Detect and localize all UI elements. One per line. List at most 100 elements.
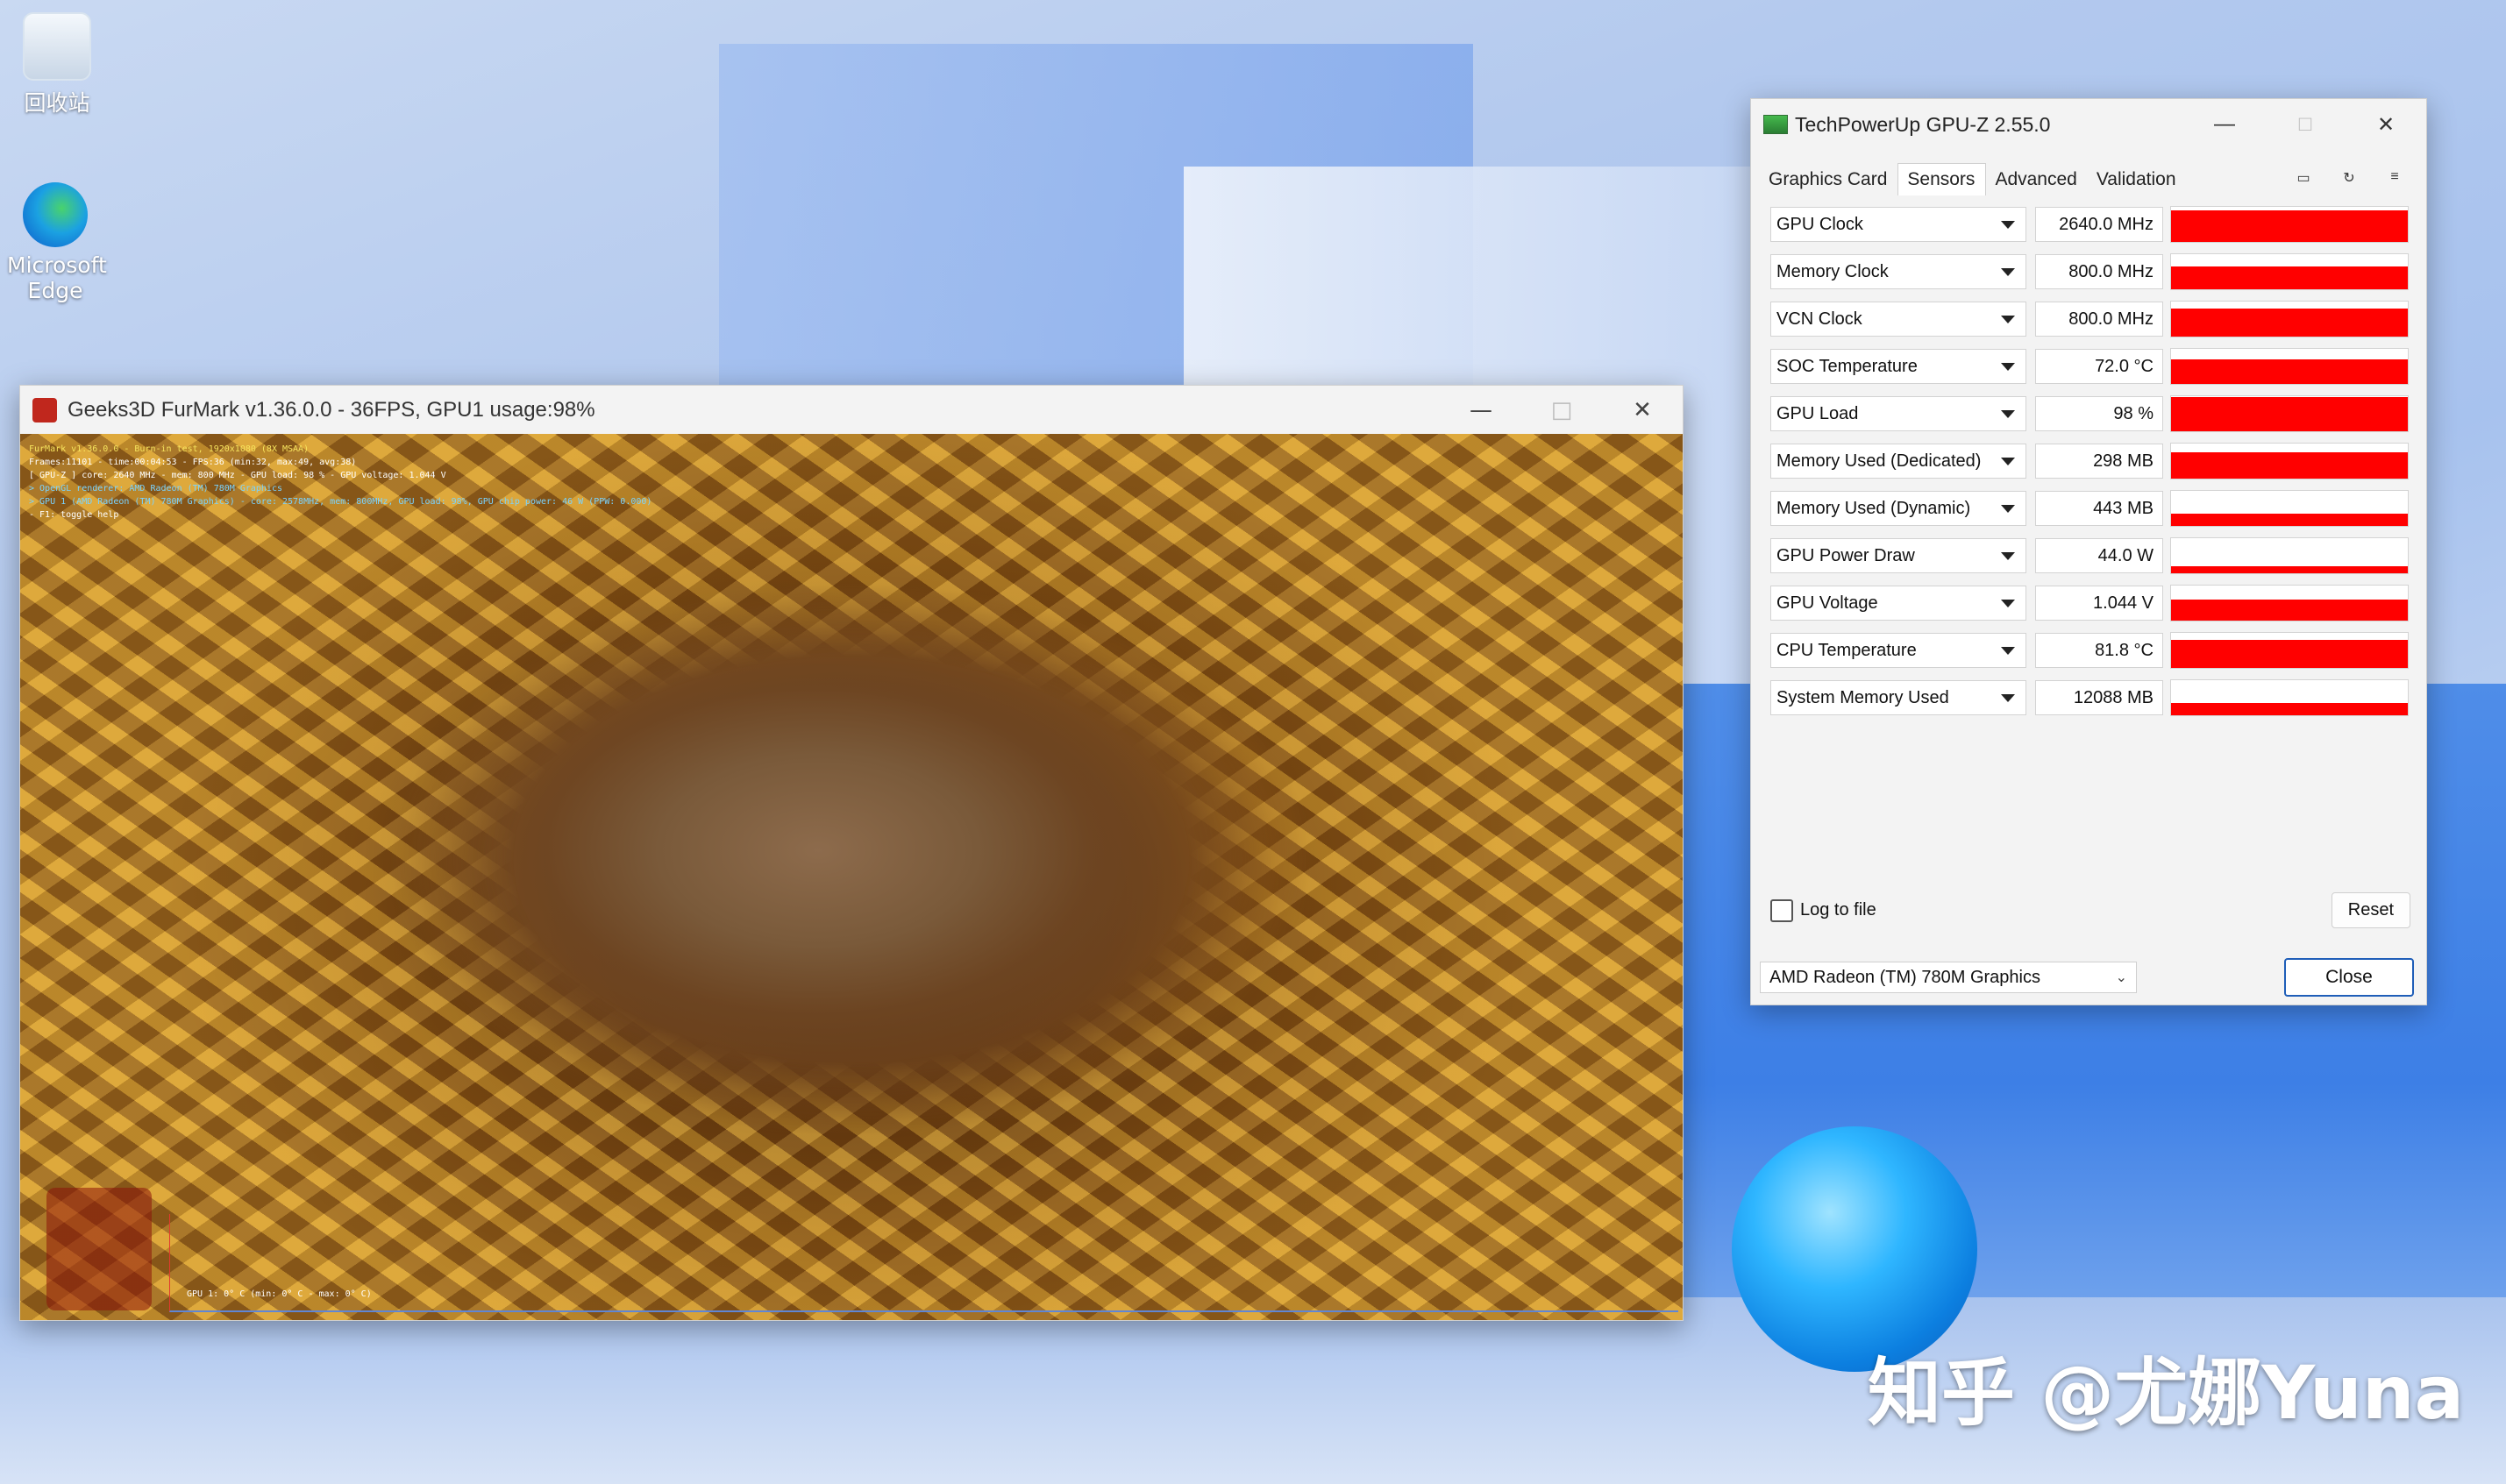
sensor-graph-fill xyxy=(2171,309,2408,337)
sensor-name: CPU Temperature xyxy=(1776,640,1917,660)
sensor-value: 2640.0 MHz xyxy=(2035,207,2163,242)
sensor-graph xyxy=(2170,490,2409,527)
sensor-name-dropdown[interactable]: System Memory Used xyxy=(1770,680,2026,715)
sensor-graph-fill xyxy=(2171,266,2408,289)
edge-icon xyxy=(23,182,88,247)
log-to-file-checkbox[interactable] xyxy=(1770,898,1793,922)
sensor-value: 81.8 °C xyxy=(2035,633,2163,668)
desktop-icon-label: 回收站 xyxy=(24,90,90,116)
sensor-name-dropdown[interactable]: GPU Voltage xyxy=(1770,586,2026,621)
sensor-value: 1.044 V xyxy=(2035,586,2163,621)
refresh-icon[interactable]: ↻ xyxy=(2326,169,2372,187)
caret-down-icon xyxy=(2001,646,2015,655)
gpuz-window[interactable]: TechPowerUp GPU-Z 2.55.0 — □ ✕ Graphics … xyxy=(1750,98,2427,1005)
furmark-logo-icon xyxy=(32,397,57,422)
caret-down-icon xyxy=(2001,362,2015,371)
caret-down-icon xyxy=(2001,551,2015,560)
sensor-name: Memory Used (Dedicated) xyxy=(1776,451,1982,471)
menu-icon[interactable]: ≡ xyxy=(2372,169,2417,187)
sensor-row: Memory Clock 800.0 MHz xyxy=(1770,248,2410,295)
osd-line: Frames:11101 - time:00:04:53 - FPS:36 (m… xyxy=(29,458,357,467)
caret-down-icon xyxy=(2001,504,2015,513)
tab-graphics-card[interactable]: Graphics Card xyxy=(1760,169,1897,195)
tab-sensors[interactable]: Sensors xyxy=(1897,163,1987,195)
sensor-row: GPU Load 98 % xyxy=(1770,390,2410,437)
sensor-value: 44.0 W xyxy=(2035,538,2163,573)
temperature-graph-label: GPU 1: 0° C (min: 0° C - max: 0° C) xyxy=(187,1289,372,1299)
close-button[interactable]: ✕ xyxy=(2346,99,2426,150)
caret-down-icon xyxy=(2001,220,2015,229)
close-dialog-button[interactable]: Close xyxy=(2284,958,2414,997)
sensor-name: GPU Power Draw xyxy=(1776,545,1915,565)
osd-line: FurMark v1.36.0.0 - Burn-in test, 1920x1… xyxy=(29,444,310,454)
sensor-graph-fill xyxy=(2171,514,2408,526)
sensor-name-dropdown[interactable]: GPU Clock xyxy=(1770,207,2026,242)
render-texture xyxy=(20,434,1683,1320)
recycle-bin-icon xyxy=(23,12,91,81)
sensor-name-dropdown[interactable]: SOC Temperature xyxy=(1770,349,2026,384)
sensor-graph-fill xyxy=(2171,359,2408,384)
sensor-name-dropdown[interactable]: Memory Used (Dedicated) xyxy=(1770,444,2026,479)
sensor-name-dropdown[interactable]: GPU Load xyxy=(1770,396,2026,431)
maximize-button[interactable]: □ xyxy=(2265,99,2346,150)
caret-down-icon xyxy=(2001,315,2015,323)
sensor-list: GPU Clock 2640.0 MHz Memory Clock 800.0 MHz… xyxy=(1770,201,2410,721)
furmark-titlebar[interactable]: Geeks3D FurMark v1.36.0.0 - 36FPS, GPU1 … xyxy=(20,386,1683,434)
caret-down-icon xyxy=(2001,457,2015,465)
desktop-icon-recycle-bin[interactable]: 回收站 xyxy=(9,12,105,117)
watermark: 知乎 @尤娜Yuna xyxy=(1868,1350,2465,1436)
sensor-row: VCN Clock 800.0 MHz xyxy=(1770,295,2410,343)
sensor-value: 443 MB xyxy=(2035,491,2163,526)
furmark-badge-icon xyxy=(46,1188,152,1310)
sensor-value: 98 % xyxy=(2035,396,2163,431)
desktop-icon-label: Microsoft Edge xyxy=(7,252,107,303)
sensor-row: System Memory Used 12088 MB xyxy=(1770,674,2410,721)
sensor-name-dropdown[interactable]: CPU Temperature xyxy=(1770,633,2026,668)
osd-line: > GPU 1 (AMD Radeon (TM) 780M Graphics) … xyxy=(29,497,652,507)
sensor-graph xyxy=(2170,679,2409,716)
sensor-graph-fill xyxy=(2171,640,2408,668)
sensor-graph-fill xyxy=(2171,210,2408,242)
sensor-row: CPU Temperature 81.8 °C xyxy=(1770,627,2410,674)
sensor-name-dropdown[interactable]: GPU Power Draw xyxy=(1770,538,2026,573)
sensor-graph-fill xyxy=(2171,566,2408,573)
reset-button[interactable]: Reset xyxy=(2331,892,2410,928)
desktop-icon-edge[interactable]: Microsoft Edge xyxy=(7,182,107,303)
close-button[interactable]: ✕ xyxy=(1602,386,1683,434)
temperature-graph xyxy=(169,1214,1678,1312)
osd-overlay: FurMark v1.36.0.0 - Burn-in test, 1920x1… xyxy=(29,443,651,522)
window-title: Geeks3D FurMark v1.36.0.0 - 36FPS, GPU1 … xyxy=(68,397,595,422)
sensor-graph xyxy=(2170,348,2409,385)
camera-icon[interactable]: ▭ xyxy=(2281,169,2326,187)
gpuz-titlebar[interactable]: TechPowerUp GPU-Z 2.55.0 — □ ✕ xyxy=(1751,99,2426,150)
caret-down-icon xyxy=(2001,267,2015,276)
chevron-down-icon: ⌄ xyxy=(2115,970,2127,985)
sensor-value: 12088 MB xyxy=(2035,680,2163,715)
furmark-render-canvas: FurMark v1.36.0.0 - Burn-in test, 1920x1… xyxy=(20,434,1683,1320)
tab-validation[interactable]: Validation xyxy=(2088,169,2187,195)
sensor-name-dropdown[interactable]: Memory Used (Dynamic) xyxy=(1770,491,2026,526)
osd-line: > OpenGL renderer: AMD Radeon (TM) 780M … xyxy=(29,484,282,493)
tab-advanced[interactable]: Advanced xyxy=(1986,169,2087,195)
sensor-row: Memory Used (Dedicated) 298 MB xyxy=(1770,437,2410,485)
device-select[interactable]: AMD Radeon (TM) 780M Graphics ⌄ xyxy=(1760,962,2137,993)
sensor-graph xyxy=(2170,537,2409,574)
sensor-row: Memory Used (Dynamic) 443 MB xyxy=(1770,485,2410,532)
maximize-button[interactable]: □ xyxy=(1521,386,1602,434)
sensor-value: 298 MB xyxy=(2035,444,2163,479)
sensor-name-dropdown[interactable]: VCN Clock xyxy=(1770,302,2026,337)
sensor-name: System Memory Used xyxy=(1776,687,1949,707)
tab-bar: Graphics Card Sensors Advanced Validatio… xyxy=(1760,160,2417,195)
sensor-name-dropdown[interactable]: Memory Clock xyxy=(1770,254,2026,289)
gpuz-app-icon xyxy=(1763,115,1788,134)
sensor-name: GPU Clock xyxy=(1776,214,1863,234)
sensor-name: GPU Voltage xyxy=(1776,593,1878,613)
minimize-button[interactable]: — xyxy=(2184,99,2265,150)
caret-down-icon xyxy=(2001,409,2015,418)
minimize-button[interactable]: — xyxy=(1441,386,1521,434)
sensor-value: 800.0 MHz xyxy=(2035,302,2163,337)
sensor-graph-fill xyxy=(2171,600,2408,621)
sensor-name: GPU Load xyxy=(1776,403,1859,423)
furmark-window[interactable]: Geeks3D FurMark v1.36.0.0 - 36FPS, GPU1 … xyxy=(19,385,1684,1321)
caret-down-icon xyxy=(2001,599,2015,607)
